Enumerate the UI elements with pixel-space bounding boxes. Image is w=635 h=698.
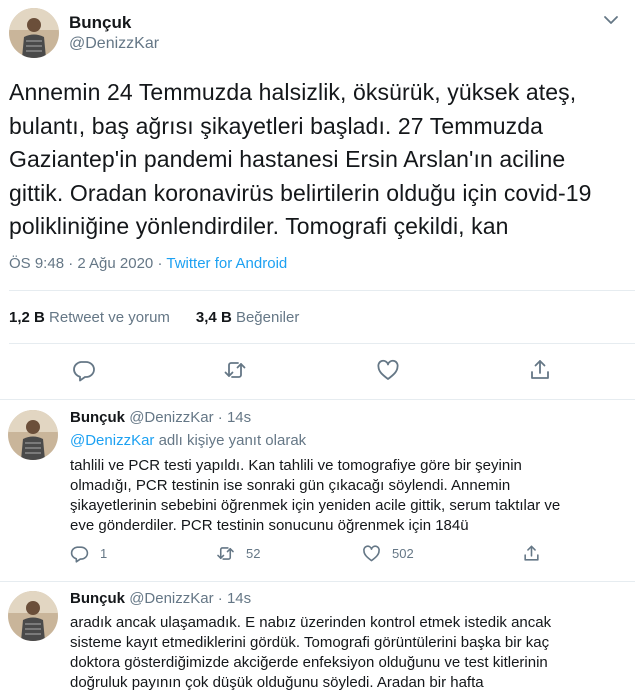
display-name[interactable]: Bunçuk [69, 13, 131, 33]
reply-text-line: aradık ancak ulaşamadık. E nabız üzerind… [70, 614, 552, 631]
like-count: 502 [392, 546, 414, 561]
tweet-text: Annemin 24 Temmuzda halsizlik, öksürük, … [9, 76, 624, 244]
divider [9, 343, 635, 344]
reply-time[interactable]: · 14s [218, 590, 251, 607]
replying-to: @DenizzKar adlı kişiye yanıt olarak [70, 432, 306, 449]
avatar[interactable] [8, 410, 58, 460]
user-handle[interactable]: @DenizzKar [129, 590, 213, 607]
tweet-text-line: gittik. Oradan koronavirüs belirtilerin … [9, 179, 592, 206]
engagement-stats: 1,2 B Retweet ve yorum 3,4 B Beğeniler [9, 309, 299, 326]
reply-text-line: eve gönderdiler. PCR testinin sonucunu ö… [70, 517, 469, 534]
retweet-action[interactable]: 52 [216, 544, 260, 563]
divider [9, 290, 635, 291]
like-action[interactable]: 502 [362, 544, 414, 563]
retweet-icon[interactable] [223, 358, 249, 384]
meta-separator: · [157, 255, 163, 272]
mention-link[interactable]: @DenizzKar [70, 432, 154, 449]
reply-text-line: tahlili ve PCR testi yapıldı. Kan tahlil… [70, 457, 522, 474]
retweet-icon [217, 547, 234, 560]
source-link[interactable]: Twitter for Android [166, 255, 287, 272]
reply-icon [70, 546, 89, 563]
tweet-text-line: polikliniğine yönlendirdiler. Tomografi … [9, 213, 509, 239]
avatar[interactable] [9, 8, 59, 58]
like-label: Beğeniler [235, 309, 300, 326]
share-action[interactable] [522, 544, 552, 563]
avatar[interactable] [8, 591, 58, 641]
reply-time[interactable]: · 14s [218, 409, 251, 426]
reply-header: Bunçuk @DenizzKar · 14s [70, 409, 251, 426]
reply-tweet[interactable]: Bunçuk @DenizzKar · 14s @DenizzKar adlı … [0, 401, 635, 582]
main-tweet: Bunçuk @DenizzKar Annemin 24 Temmuzda ha… [0, 0, 635, 400]
display-name[interactable]: Bunçuk [70, 590, 125, 607]
reply-text-line: doktora gösterdiğimizde akciğerde enfeks… [70, 654, 548, 671]
tweet-action-bar [0, 358, 635, 386]
reply-text-line: şikayetlerinin sebebini öğrenmek için ye… [70, 497, 561, 514]
reply-header: Bunçuk @DenizzKar · 14s [70, 590, 251, 607]
retweets-stat[interactable]: 1,2 B Retweet ve yorum [9, 309, 170, 326]
reply-action-bar: 1 52 502 [70, 544, 610, 568]
tweet-text-line: bulantı, baş ağrısı şikayetleri başladı.… [9, 112, 544, 139]
tweet-text-line: Gaziantep'in pandemi hastanesi Ersin Ars… [9, 146, 566, 172]
avatar-photo-icon [8, 591, 58, 641]
avatar-photo-icon [8, 410, 58, 460]
timestamp[interactable]: ÖS 9:48 · 2 Ağu 2020 [9, 255, 153, 272]
retweet-label: Retweet ve yorum [49, 309, 170, 326]
reply-action[interactable]: 1 [70, 544, 107, 563]
more-options-chevron-icon[interactable] [601, 12, 621, 28]
reply-icon[interactable] [72, 358, 98, 384]
share-icon[interactable] [528, 358, 554, 384]
reply-count: 1 [100, 546, 108, 561]
user-handle[interactable]: @DenizzKar [69, 35, 159, 53]
retweet-count: 52 [246, 546, 261, 561]
user-handle[interactable]: @DenizzKar [129, 409, 213, 426]
reply-text-line: doğruluk payının çok düşük olduğunu söyl… [70, 674, 484, 691]
retweet-count: 1,2 B [9, 309, 45, 326]
reply-text: tahlili ve PCR testi yapıldı. Kan tahlil… [70, 456, 625, 536]
reply-text-line: olmadığı, PCR testinin ise sonraki gün ç… [70, 477, 511, 494]
tweet-text-line: Annemin 24 Temmuzda halsizlik, öksürük, … [9, 79, 577, 105]
share-icon [524, 545, 539, 561]
reply-text-line: sisteme kayıt etmediklerini gördük. Tomo… [70, 634, 550, 651]
display-name[interactable]: Bunçuk [70, 409, 125, 426]
avatar-photo-icon [9, 8, 59, 58]
likes-stat[interactable]: 3,4 B Beğeniler [196, 309, 299, 326]
like-icon [363, 545, 380, 562]
reply-text: aradık ancak ulaşamadık. E nabız üzerind… [70, 613, 625, 693]
replying-to-label: adlı kişiye yanıt olarak [158, 432, 307, 449]
like-count: 3,4 B [195, 309, 232, 326]
like-icon[interactable] [376, 358, 402, 384]
tweet-meta: ÖS 9:48 · 2 Ağu 2020 · Twitter for Andro… [9, 255, 287, 272]
reply-tweet[interactable]: Bunçuk @DenizzKar · 14s aradık ancak ula… [0, 582, 635, 698]
